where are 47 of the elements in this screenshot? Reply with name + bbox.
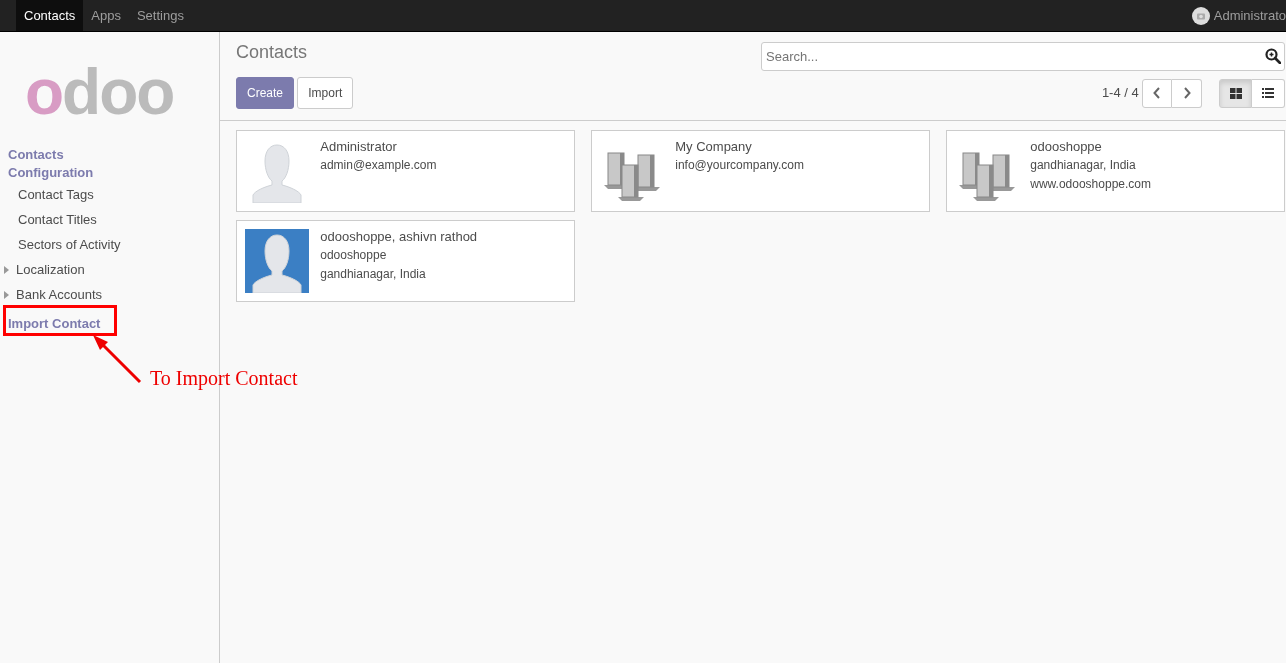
contact-card[interactable]: odooshoppe, ashivn rathod odooshoppe gandhianagar, India bbox=[236, 220, 575, 302]
contact-detail: www.odooshoppe.com bbox=[1030, 176, 1151, 193]
avatar-icon bbox=[1191, 6, 1210, 25]
kanban-view-button[interactable] bbox=[1219, 78, 1252, 108]
contact-card[interactable]: My Company info@yourcompany.com bbox=[591, 130, 930, 212]
pager-text: 1-4 / 4 bbox=[1101, 84, 1139, 103]
arrow bbox=[93, 335, 142, 384]
person-avatar-icon bbox=[245, 229, 309, 293]
menu-section[interactable]: Configuration bbox=[0, 164, 219, 182]
contact-detail: info@yourcompany.com bbox=[675, 157, 804, 174]
contact-detail: odooshoppe bbox=[320, 247, 388, 264]
contact-card[interactable]: odooshoppe gandhianagar, India www.odooshoppe.com bbox=[946, 130, 1285, 212]
chevron-left-icon bbox=[1153, 87, 1161, 99]
grid-icon bbox=[1229, 87, 1242, 99]
contact-name: My Company bbox=[675, 139, 753, 155]
contact-detail: gandhianagar, India bbox=[1030, 157, 1137, 174]
previous-button[interactable] bbox=[1142, 78, 1172, 108]
annotation-text: To Import Contact bbox=[150, 366, 298, 392]
search-icon bbox=[1265, 48, 1281, 64]
app-menu-item[interactable]: Settings bbox=[128, 0, 192, 31]
contact-name: Administrator bbox=[320, 139, 398, 155]
import-button[interactable]: Import bbox=[297, 77, 354, 109]
list-icon bbox=[1262, 88, 1274, 98]
list-view-button[interactable] bbox=[1252, 78, 1285, 108]
search-field[interactable]: Search... bbox=[761, 42, 1285, 71]
contact-card[interactable]: Administrator admin@example.com bbox=[236, 130, 575, 212]
menu-item[interactable]: Contact Titles bbox=[0, 207, 219, 232]
caret-right-icon bbox=[4, 290, 9, 299]
app-menu-item[interactable]: Apps bbox=[83, 0, 129, 31]
menu-section[interactable]: Import Contact bbox=[0, 315, 219, 333]
contact-detail: gandhianagar, India bbox=[320, 266, 427, 283]
menu-section[interactable]: Contacts bbox=[0, 146, 219, 164]
page-title: Contacts bbox=[236, 42, 308, 64]
menu-item[interactable]: Bank Accounts bbox=[0, 282, 219, 307]
contact-name: odooshoppe, ashivn rathod bbox=[320, 229, 478, 245]
app-menu-item[interactable]: Contacts bbox=[16, 0, 84, 31]
user-name[interactable]: Administrato bbox=[1213, 5, 1286, 26]
menu-item[interactable]: Localization bbox=[0, 257, 219, 282]
contact-name: odooshoppe bbox=[1030, 139, 1103, 155]
logo: odoo bbox=[25, 60, 174, 124]
create-button[interactable]: Create bbox=[236, 77, 295, 109]
next-button[interactable] bbox=[1172, 78, 1202, 108]
contact-detail: admin@example.com bbox=[320, 157, 437, 174]
menu-item[interactable]: Contact Tags bbox=[0, 182, 219, 207]
chevron-right-icon bbox=[1182, 87, 1191, 99]
menu-item[interactable]: Sectors of Activity bbox=[0, 232, 219, 257]
caret-right-icon bbox=[4, 265, 9, 274]
